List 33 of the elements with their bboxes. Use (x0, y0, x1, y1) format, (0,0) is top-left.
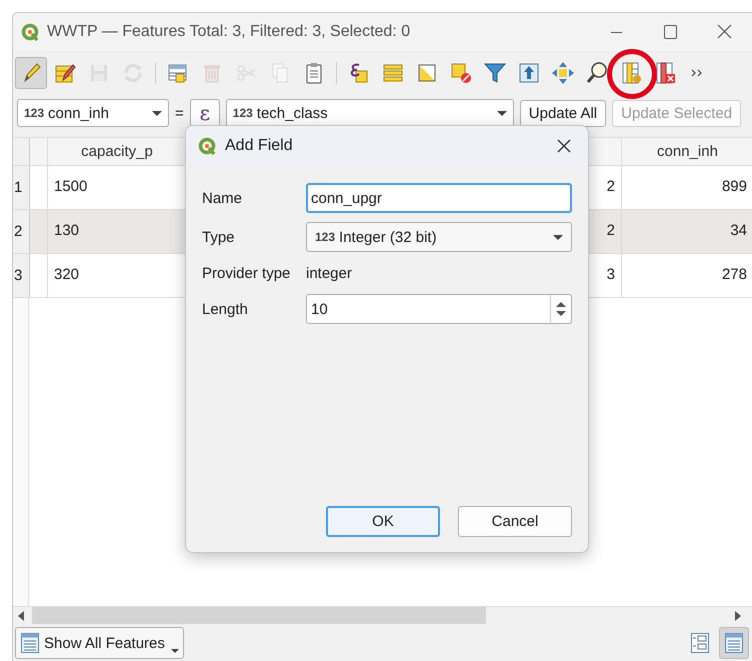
field-label: Length (202, 300, 249, 318)
table-cell: 34 (622, 210, 752, 253)
value-combo[interactable]: 123 tech_class (226, 99, 514, 127)
column-header[interactable]: conn_inh (622, 138, 752, 165)
row-number[interactable]: 3 (13, 254, 30, 297)
table-cell: 899 (622, 166, 752, 209)
name-input[interactable]: conn_upgr (306, 183, 572, 213)
table-view-icon[interactable] (724, 632, 744, 654)
type-dropdown[interactable]: 123 Integer (32 bit) (306, 222, 572, 252)
app-logo-icon (21, 23, 39, 41)
field-label: Name (202, 190, 244, 206)
dialog-title: Add Field (225, 137, 293, 155)
length-spinbox[interactable]: 10 (306, 294, 572, 324)
field-combo[interactable]: 123 conn_inh (17, 99, 169, 127)
form-view-icon[interactable] (690, 632, 710, 654)
table-view-button[interactable] (719, 627, 749, 659)
show-features-button[interactable]: Show All Features (15, 627, 184, 659)
table-icon (20, 632, 40, 654)
table-cell: 278 (622, 254, 752, 297)
provider-type-value: integer (306, 264, 353, 284)
expression-button[interactable]: ε (190, 99, 220, 127)
horizontal-scrollbar[interactable] (13, 606, 752, 624)
equals-label: = (175, 104, 184, 122)
cancel-button[interactable]: Cancel (458, 506, 572, 537)
update-button[interactable]: Update All (520, 100, 606, 126)
app-logo-icon (198, 137, 216, 155)
field-label: Provider type (202, 264, 292, 282)
close-icon[interactable] (556, 138, 572, 154)
ok-button[interactable]: OK (326, 506, 440, 537)
row-number[interactable]: 2 (13, 210, 30, 253)
window-title: WWTP — Features Total: 3, Filtered: 3, Selected: 0 (47, 23, 410, 41)
field-label: Type (202, 228, 236, 246)
row-number[interactable]: 1 (13, 166, 30, 209)
